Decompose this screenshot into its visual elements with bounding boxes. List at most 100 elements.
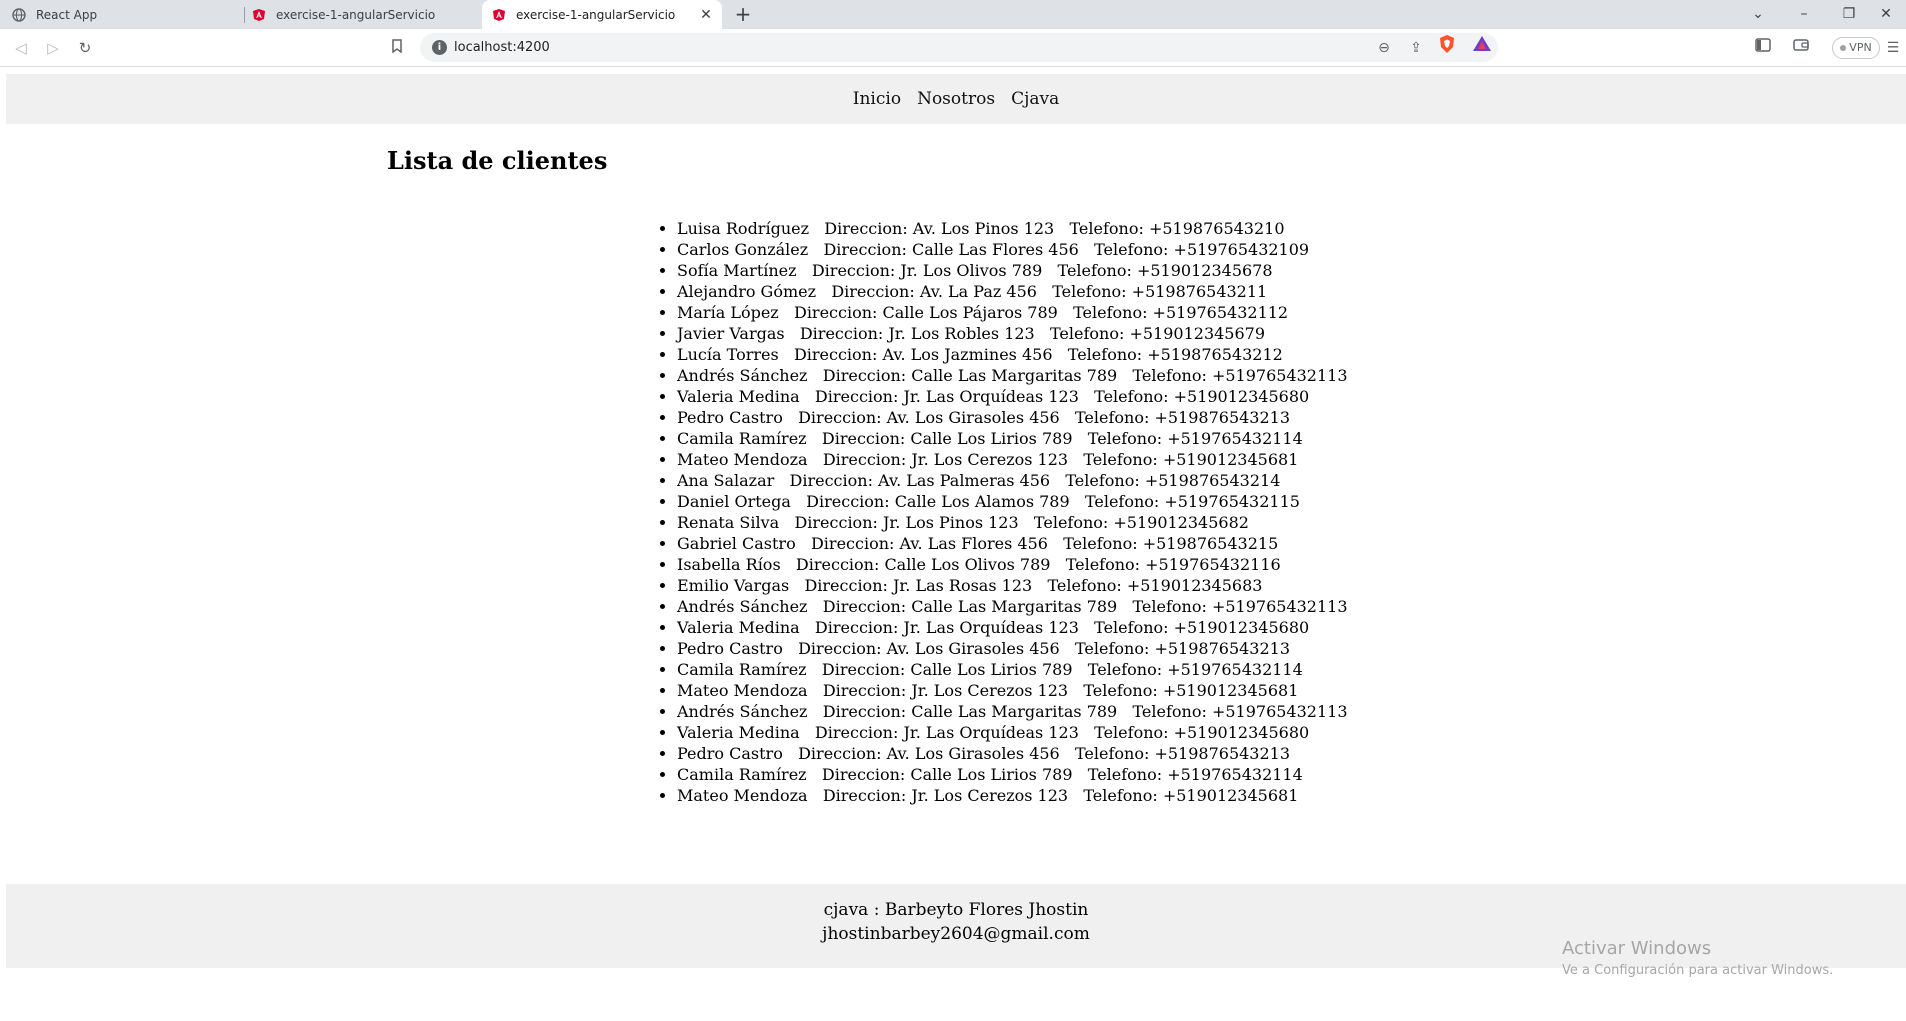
- new-tab-icon[interactable]: +: [732, 4, 754, 26]
- client-phone: Telefono: +519876543215: [1063, 534, 1279, 553]
- client-list-item: Pedro Castro Direccion: Av. Los Girasole…: [677, 743, 1348, 764]
- tab-search-chevron-icon[interactable]: ⌄: [1736, 0, 1780, 29]
- client-address: Direccion: Jr. Los Robles 123: [799, 324, 1035, 343]
- browser-toolbar: ◁ ▷ ↻ i localhost:4200 ⊖ ⇪ VPN ☰: [0, 29, 1906, 67]
- restore-icon[interactable]: ❐: [1827, 0, 1871, 29]
- client-name: Emilio Vargas: [677, 576, 790, 595]
- client-phone: Telefono: +519012345683: [1047, 576, 1263, 595]
- activation-subtitle: Ve a Configuración para activar Windows.: [1562, 963, 1834, 978]
- minimize-icon[interactable]: –: [1782, 0, 1826, 29]
- client-address: Direccion: Calle Las Margaritas 789: [822, 597, 1118, 616]
- menu-icon[interactable]: ☰: [1884, 37, 1902, 59]
- client-address: Direccion: Calle Los Olivos 789: [795, 555, 1051, 574]
- client-name: Luisa Rodríguez: [677, 219, 810, 238]
- client-name: María López: [677, 303, 779, 322]
- nav-link-cjava[interactable]: Cjava: [1011, 89, 1059, 109]
- client-name: Valeria Medina: [677, 618, 800, 637]
- client-address: Direccion: Calle Los Lirios 789: [821, 765, 1073, 784]
- sidebar-icon[interactable]: [1752, 37, 1774, 59]
- client-list-item: Sofía Martínez Direccion: Jr. Los Olivos…: [677, 260, 1348, 281]
- client-phone: Telefono: +519876543214: [1065, 471, 1281, 490]
- client-name: Camila Ramírez: [677, 429, 807, 448]
- reload-icon[interactable]: ↻: [74, 37, 96, 59]
- client-list-item: Camila Ramírez Direccion: Calle Los Liri…: [677, 428, 1348, 449]
- address-text[interactable]: localhost:4200: [454, 33, 550, 62]
- client-address: Direccion: Av. Los Girasoles 456: [798, 408, 1060, 427]
- page-title: Lista de clientes: [387, 146, 608, 175]
- tab-exercise-1-active[interactable]: exercise-1-angularServicio ✕: [482, 0, 722, 29]
- client-address: Direccion: Calle Los Lirios 789: [821, 429, 1073, 448]
- arrow-right-icon[interactable]: ▷: [42, 37, 64, 59]
- client-list-item: Javier Vargas Direccion: Jr. Los Robles …: [677, 323, 1348, 344]
- client-name: Daniel Ortega: [677, 492, 791, 511]
- nav-link-inicio[interactable]: Inicio: [853, 89, 901, 109]
- client-phone: Telefono: +519876543213: [1075, 408, 1291, 427]
- client-phone: Telefono: +519012345681: [1083, 786, 1299, 805]
- client-name: Ana Salazar: [677, 471, 775, 490]
- globe-icon: [12, 7, 26, 22]
- client-name: Alejandro Gómez: [677, 282, 817, 301]
- brave-shield-icon[interactable]: [1437, 34, 1457, 54]
- client-address: Direccion: Av. Las Flores 456: [810, 534, 1048, 553]
- tab-react-app[interactable]: React App: [12, 0, 242, 29]
- client-phone: Telefono: +519765432109: [1094, 240, 1310, 259]
- share-icon[interactable]: ⇪: [1406, 38, 1426, 58]
- client-list-item: Daniel Ortega Direccion: Calle Los Alamo…: [677, 491, 1348, 512]
- client-list-item: María López Direccion: Calle Los Pájaros…: [677, 302, 1348, 323]
- client-address: Direccion: Jr. Los Cerezos 123: [822, 786, 1069, 805]
- client-list-item: Mateo Mendoza Direccion: Jr. Los Cerezos…: [677, 680, 1348, 701]
- vpn-button[interactable]: VPN: [1832, 37, 1880, 59]
- client-list-item: Mateo Mendoza Direccion: Jr. Los Cerezos…: [677, 785, 1348, 806]
- close-tab-icon[interactable]: ✕: [698, 7, 714, 23]
- client-address: Direccion: Jr. Las Orquídeas 123: [814, 387, 1079, 406]
- client-name: Sofía Martínez: [677, 261, 797, 280]
- bookmark-icon[interactable]: [386, 37, 408, 59]
- client-address: Direccion: Calle Las Margaritas 789: [822, 366, 1118, 385]
- angular-favicon-icon: [252, 8, 266, 22]
- client-name: Gabriel Castro: [677, 534, 796, 553]
- client-phone: Telefono: +519876543212: [1067, 345, 1283, 364]
- client-name: Valeria Medina: [677, 387, 800, 406]
- client-phone: Telefono: +519765432116: [1065, 555, 1281, 574]
- zoom-out-icon[interactable]: ⊖: [1374, 38, 1394, 58]
- client-phone: Telefono: +519876543210: [1069, 219, 1285, 238]
- client-name: Andrés Sánchez: [677, 597, 808, 616]
- client-list-item: Andrés Sánchez Direccion: Calle Las Marg…: [677, 701, 1348, 722]
- client-phone: Telefono: +519765432115: [1084, 492, 1300, 511]
- client-list-item: Valeria Medina Direccion: Jr. Las Orquíd…: [677, 386, 1348, 407]
- client-list-item: Alejandro Gómez Direccion: Av. La Paz 45…: [677, 281, 1348, 302]
- angular-favicon-icon: [492, 8, 506, 22]
- client-address: Direccion: Av. Las Palmeras 456: [789, 471, 1051, 490]
- client-address: Direccion: Jr. Los Pinos 123: [794, 513, 1019, 532]
- wallet-icon[interactable]: [1790, 37, 1812, 59]
- brave-rewards-icon[interactable]: [1472, 34, 1492, 54]
- client-address: Direccion: Av. Los Pinos 123: [824, 219, 1055, 238]
- client-address: Direccion: Jr. Las Rosas 123: [804, 576, 1033, 595]
- page-viewport: Inicio Nosotros Cjava Lista de clientes …: [0, 68, 1906, 1021]
- client-address: Direccion: Jr. Los Olivos 789: [811, 261, 1043, 280]
- arrow-left-icon[interactable]: ◁: [10, 37, 32, 59]
- windows-activation-watermark: Activar Windows Ve a Configuración para …: [1562, 938, 1833, 978]
- client-name: Isabella Ríos: [677, 555, 781, 574]
- client-phone: Telefono: +519012345682: [1033, 513, 1249, 532]
- site-info-icon[interactable]: i: [432, 40, 447, 55]
- close-window-icon[interactable]: ✕: [1866, 0, 1906, 29]
- tab-exercise-1[interactable]: exercise-1-angularServicio: [252, 0, 482, 29]
- tab-title: exercise-1-angularServicio: [516, 7, 676, 22]
- client-address: Direccion: Av. Los Girasoles 456: [798, 744, 1060, 763]
- client-list-item: Pedro Castro Direccion: Av. Los Girasole…: [677, 407, 1348, 428]
- client-phone: Telefono: +519765432114: [1087, 765, 1303, 784]
- client-list-item: Andrés Sánchez Direccion: Calle Las Marg…: [677, 596, 1348, 617]
- client-phone: Telefono: +519876543213: [1075, 744, 1291, 763]
- address-bar[interactable]: i localhost:4200 ⊖ ⇪: [420, 33, 1498, 62]
- nav-link-nosotros[interactable]: Nosotros: [917, 89, 995, 109]
- app-header: Inicio Nosotros Cjava: [6, 74, 1906, 124]
- client-name: Renata Silva: [677, 513, 780, 532]
- client-list-item: Carlos González Direccion: Calle Las Flo…: [677, 239, 1348, 260]
- tab-title: exercise-1-angularServicio: [276, 7, 436, 22]
- client-name: Pedro Castro: [677, 639, 783, 658]
- vpn-status-icon: [1840, 45, 1847, 51]
- client-address: Direccion: Jr. Las Orquídeas 123: [814, 723, 1079, 742]
- client-address: Direccion: Jr. Los Cerezos 123: [822, 681, 1069, 700]
- footer-author: cjava : Barbeyto Flores Jhostin: [823, 900, 1089, 920]
